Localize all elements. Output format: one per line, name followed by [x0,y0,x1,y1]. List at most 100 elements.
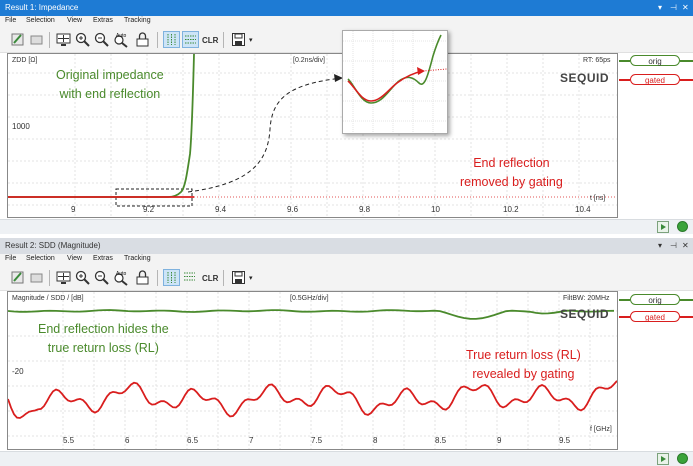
x-tick: 7.5 [311,436,323,445]
close-icon[interactable]: ✕ [682,238,689,254]
status-led [677,453,688,464]
zoom-out-icon[interactable] [93,269,110,286]
menu-tracking[interactable]: Tracking [124,255,151,262]
clear-icon[interactable]: CLR [202,31,219,48]
sdd-magnitude-plot[interactable]: Magnitude / SDD / [dB] [0.5GHz/div] Filt… [7,291,618,450]
inset-gated-arrowhead [417,67,425,75]
menu-extras[interactable]: Extras [93,17,113,24]
legend-orig-line-left [619,60,630,62]
menu-view[interactable]: View [67,17,82,24]
legend-orig[interactable]: orig [630,55,680,66]
zoom-in-icon[interactable] [74,31,91,48]
svg-text:CLR: CLR [202,274,219,283]
toolbar: Auto CLR ▾ [0,266,693,291]
x-tick: 10.2 [503,205,519,214]
menu-file[interactable]: File [5,255,16,262]
window-titlebar[interactable]: Result 1: Impedance ▾ ⊣ ✕ [0,0,693,16]
play-button[interactable] [657,453,669,465]
logo-text: SEQUID [560,307,610,321]
menu-selection[interactable]: Selection [26,17,55,24]
svg-text:Auto: Auto [116,33,127,39]
x-tick: 9.8 [359,205,371,214]
legend-gated-line-left [619,79,630,81]
time-scale-label: [0.2ns/div] [293,57,325,64]
vertical-grid-icon[interactable] [163,269,180,286]
menu-bar: File Selection View Extras Tracking [0,16,693,28]
menu-selection[interactable]: Selection [26,255,55,262]
svg-text:CLR: CLR [202,36,219,45]
x-axis-unit: f [GHz] [590,426,612,433]
pin-window-icon[interactable]: ⊣ [670,238,677,254]
window-title: Result 1: Impedance [5,3,79,12]
impedance-plot[interactable]: ZDD [Ω] [0.2ns/div] RT: 65ps 1000 t [ns]… [7,53,618,218]
window-titlebar[interactable]: Result 2: SDD (Magnitude) ▾ ⊣ ✕ [0,238,693,254]
auto-zoom-icon[interactable]: Auto [112,31,129,48]
zoom-in-icon[interactable] [74,269,91,286]
x-tick: 9 [71,205,76,214]
pin-window-icon[interactable]: ⊣ [670,0,677,16]
close-icon[interactable]: ✕ [682,0,689,16]
pin-icon[interactable]: ▾ [658,0,662,16]
legend-gated-line-right [680,316,693,318]
x-tick: 9 [497,436,502,445]
screen-icon[interactable] [55,269,72,286]
svg-text:Auto: Auto [116,271,127,277]
eraser-icon[interactable] [28,31,45,48]
legend-gated[interactable]: gated [630,74,680,85]
legend-orig[interactable]: orig [630,294,680,305]
clear-icon[interactable]: CLR [202,269,219,286]
menu-view[interactable]: View [67,255,82,262]
legend-orig-label: orig [648,296,662,305]
filter-bandwidth-label: FiltBW: 20MHz [563,295,610,302]
legend-gated[interactable]: gated [630,311,680,322]
legend-gated-line-left [619,316,630,318]
menu-tracking[interactable]: Tracking [124,17,151,24]
save-icon[interactable] [230,31,247,48]
pin-icon[interactable]: ▾ [658,238,662,254]
edit-icon[interactable] [9,31,26,48]
legend-orig-line-right [680,299,693,301]
auto-zoom-icon[interactable]: Auto [112,269,129,286]
x-tick: 8 [373,436,378,445]
horizontal-grid-icon[interactable] [182,31,199,48]
legend-orig-line-left [619,299,630,301]
eraser-icon[interactable] [28,269,45,286]
annotation-line: true return loss (RL) [47,341,159,355]
x-tick: 9.6 [287,205,299,214]
toolbar-overflow-icon[interactable]: ▾ [249,36,266,53]
inset-gated-trace [347,70,424,102]
annotation-line: revealed by gating [472,367,575,381]
sdd-result-panel: Result 2: SDD (Magnitude) ▾ ⊣ ✕ File Sel… [0,238,693,466]
x-tick: 9.4 [215,205,227,214]
impedance-result-panel: Result 1: Impedance ▾ ⊣ ✕ File Selection… [0,0,693,236]
horizontal-grid-icon[interactable] [182,269,199,286]
menu-extras[interactable]: Extras [93,255,113,262]
menu-file[interactable]: File [5,17,16,24]
annotation-line: Original impedance [56,68,164,82]
zoom-out-icon[interactable] [93,31,110,48]
toolbar-overflow-icon[interactable]: ▾ [249,274,266,291]
x-tick: 9.5 [559,436,571,445]
screen-icon[interactable] [55,31,72,48]
x-tick: 5.5 [63,436,75,445]
x-tick: 6 [125,436,130,445]
annotation-line: End reflection hides the [38,322,169,336]
vertical-grid-icon[interactable] [163,31,180,48]
lock-icon[interactable] [134,31,151,48]
legend-orig-line-right [680,60,693,62]
lock-icon[interactable] [134,269,151,286]
annotation-line: True return loss (RL) [466,348,581,362]
save-icon[interactable] [230,269,247,286]
zoom-inset-chart [343,31,448,133]
annotation-original-impedance: Original impedance with end reflection [56,66,164,104]
play-button[interactable] [657,221,669,233]
legend-gated-label: gated [644,76,666,85]
y-tick: 1000 [12,122,30,131]
x-tick: 6.5 [187,436,199,445]
y-tick: -20 [12,367,24,376]
annotation-line: with end reflection [59,87,161,101]
freq-scale-label: [0.5GHz/div] [290,295,329,302]
edit-icon[interactable] [9,269,26,286]
legend-gated-line-right [680,79,693,81]
menu-bar: File Selection View Extras Tracking [0,254,693,266]
